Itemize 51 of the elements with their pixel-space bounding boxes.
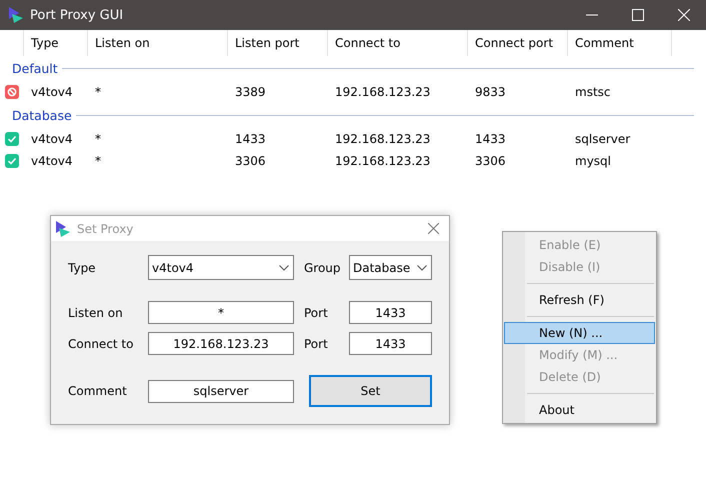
input-field[interactable]: 192.168.123.23 (148, 332, 294, 355)
dialog-title: Set Proxy (77, 222, 134, 236)
dropdown[interactable]: Database (349, 255, 432, 280)
table-cell-text: v4tov4 (30, 154, 74, 168)
table-cell-text: 3389 (234, 85, 267, 99)
table-cell-text: 3306 (474, 154, 507, 168)
field-label: Port (304, 336, 329, 350)
field-label: Comment (68, 384, 128, 398)
table-cell-text: 192.168.123.23 (334, 154, 432, 168)
field-label: Listen on (68, 306, 124, 320)
table-cell-text: v4tov4 (30, 132, 74, 146)
input-field[interactable]: * (148, 301, 294, 324)
table-cell-text: 192.168.123.23 (334, 85, 432, 99)
table-cell-text: v4tov4 (30, 85, 74, 99)
input-field[interactable]: 1433 (349, 332, 432, 355)
field-label: Group (304, 260, 342, 274)
set-button[interactable]: Set (309, 375, 432, 407)
column-header[interactable]: Connect port (468, 30, 568, 56)
group-header: Database (11, 108, 73, 122)
menu-item[interactable]: New (N) ... (504, 322, 655, 344)
column-header[interactable]: Comment (568, 30, 672, 56)
table-cell-text: * (94, 132, 102, 146)
table-cell-text: 1433 (234, 132, 267, 146)
close-icon[interactable] (428, 223, 439, 234)
table-cell-text: 192.168.123.23 (334, 132, 432, 146)
window-title: Port Proxy GUI (30, 8, 124, 22)
table-cell-text: mstsc (574, 85, 612, 99)
column-header[interactable]: Listen on (88, 30, 228, 56)
group-header: Default (11, 60, 59, 76)
menu-item[interactable]: About (504, 399, 655, 421)
input-field[interactable]: 1433 (349, 301, 432, 324)
input-field[interactable]: sqlserver (148, 380, 294, 402)
app-logo-icon (55, 220, 71, 236)
table-cell-text: sqlserver (574, 132, 632, 146)
app-logo-icon (8, 7, 24, 23)
dropdown[interactable]: v4tov4 (148, 255, 294, 280)
field-label: Port (304, 306, 329, 320)
column-header[interactable]: Listen port (228, 30, 328, 56)
table-cell-text: 1433 (474, 132, 507, 146)
field-label: Type (68, 260, 97, 274)
table-cell-text: 3306 (234, 154, 267, 168)
field-label: Connect to (68, 336, 134, 350)
column-header[interactable]: Connect to (328, 30, 468, 56)
table-cell-text: * (94, 85, 102, 99)
menu-item[interactable]: Refresh (F) (504, 289, 655, 311)
table-cell-text: 9833 (474, 85, 507, 99)
chevron-down-icon (417, 264, 427, 270)
table-cell-text: mysql (574, 154, 612, 168)
table-cell-text: * (94, 154, 102, 168)
chevron-down-icon (279, 264, 289, 270)
column-header[interactable]: Type (24, 30, 88, 56)
